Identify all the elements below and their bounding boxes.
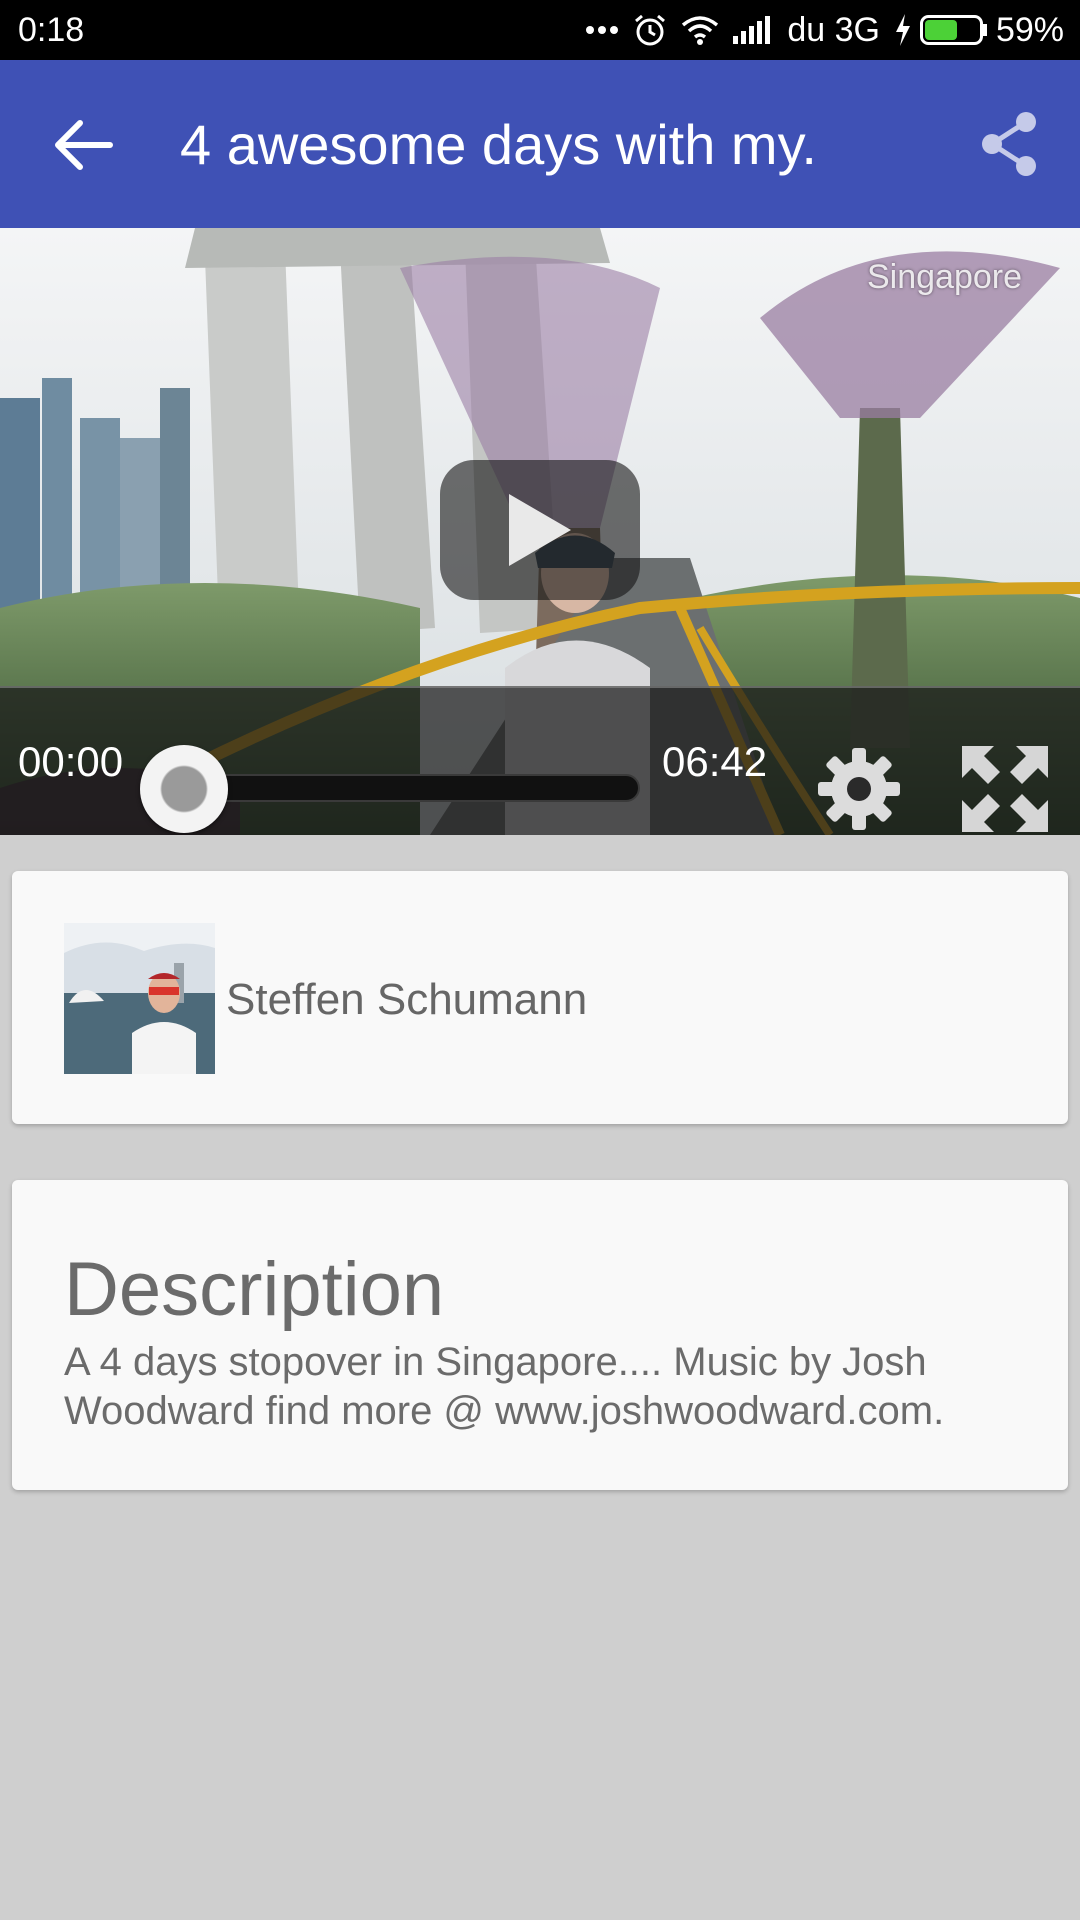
status-icons: du 3G 59%: [585, 8, 1064, 52]
seek-bar[interactable]: [178, 774, 640, 802]
author-name: Steffen Schumann: [226, 975, 588, 1024]
battery-indicator: 59%: [894, 11, 1064, 50]
author-card[interactable]: Steffen Schumann: [12, 871, 1068, 1124]
share-icon[interactable]: [978, 110, 1042, 178]
battery-icon: [919, 15, 987, 45]
video-controls: 00:00 06:42: [0, 686, 1080, 835]
wifi-icon: [682, 16, 719, 45]
play-button[interactable]: [440, 460, 640, 600]
description-card: Description A 4 days stopover in Singapo…: [12, 1180, 1068, 1490]
current-time: 00:00: [18, 738, 124, 785]
charging-icon: [895, 14, 910, 46]
status-time: 0:18: [18, 11, 85, 49]
status-bar: 0:18 du 3G 59%: [0, 0, 1080, 60]
video-watermark: Singapore: [866, 258, 1022, 296]
page-title: 4 awesome days with my.: [180, 113, 817, 176]
fullscreen-icon[interactable]: [960, 744, 1050, 834]
description-text: A 4 days stopover in Singapore.... Music…: [64, 1340, 945, 1433]
app-bar: 4 awesome days with my.: [0, 60, 1080, 228]
battery-percent: 59%: [995, 10, 1064, 49]
settings-gear-icon[interactable]: [816, 746, 902, 832]
seek-thumb[interactable]: [140, 745, 228, 833]
play-icon: [509, 494, 571, 566]
signal-icon: [733, 16, 771, 44]
video-player[interactable]: Singapore 00:00 06:42: [0, 228, 1080, 835]
author-avatar: [64, 923, 215, 1074]
arrow-back-icon[interactable]: [52, 117, 116, 173]
carrier-label: du 3G: [787, 10, 880, 49]
more-dots-icon: [586, 26, 619, 34]
alarm-icon: [635, 14, 666, 46]
description-heading: Description: [64, 1247, 445, 1332]
duration: 06:42: [662, 738, 768, 785]
